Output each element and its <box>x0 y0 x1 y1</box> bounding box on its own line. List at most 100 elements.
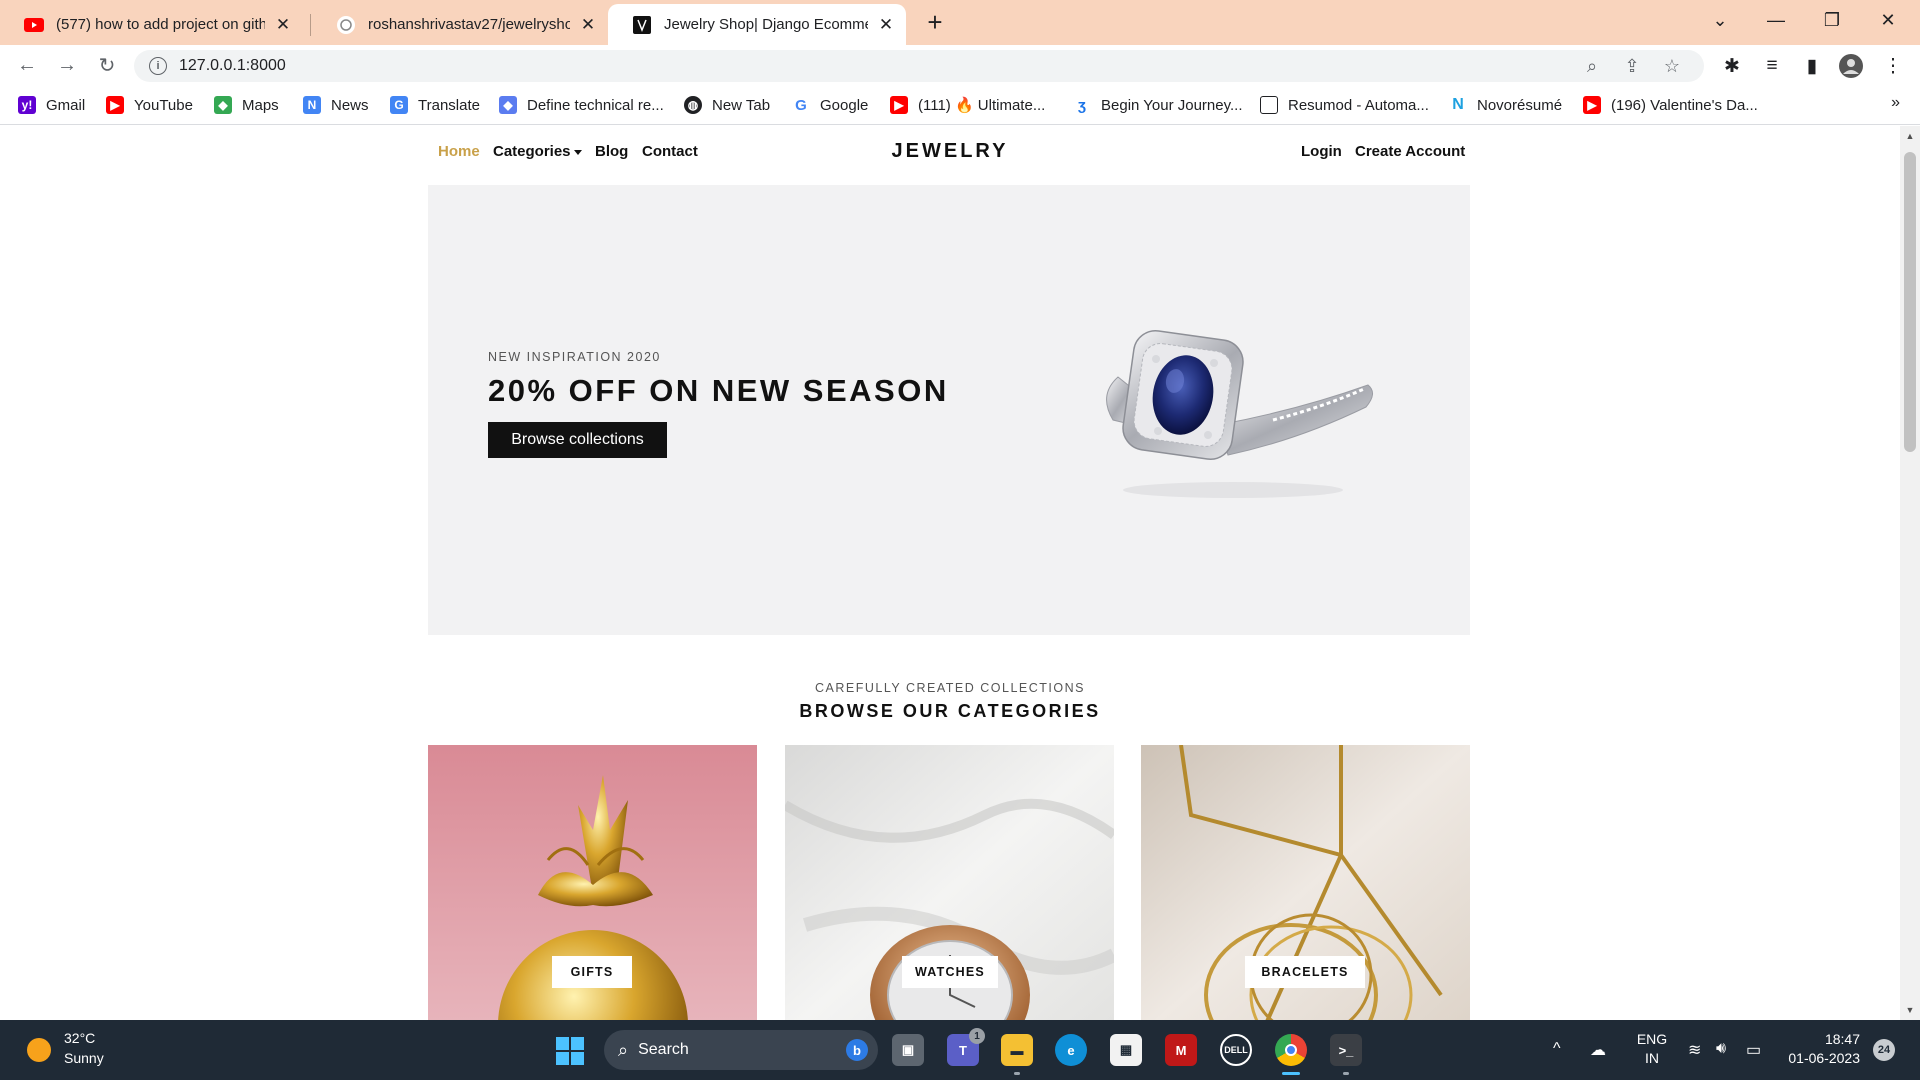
dell-icon[interactable]: DELL <box>1220 1034 1252 1066</box>
bookmark-define-technical[interactable]: ◆ Define technical re... <box>499 94 664 116</box>
profile-avatar[interactable] <box>1838 53 1864 79</box>
bookmark-valentines[interactable]: ▶ (196) Valentine's Da... <box>1583 94 1758 116</box>
bookmark-begin-journey[interactable]: ʒ Begin Your Journey... <box>1073 94 1242 116</box>
scroll-down-icon[interactable]: ▼ <box>1900 1002 1920 1018</box>
terminal-icon[interactable]: >_ <box>1330 1034 1362 1066</box>
taskbar-search[interactable]: ⌕ Search b <box>604 1030 878 1070</box>
chrome-center <box>1285 1044 1297 1056</box>
tab-title: roshanshrivastav27/jewelryshop <box>368 16 570 33</box>
bookmark-label: YouTube <box>134 96 193 114</box>
site-navbar: Home Categories Blog Contact JEWELRY Log… <box>0 126 1900 186</box>
sun-icon[interactable] <box>27 1038 51 1062</box>
media-control-icon[interactable]: ≡ <box>1759 53 1785 79</box>
bookmark-label: News <box>331 96 369 114</box>
minimize-icon[interactable]: — <box>1748 0 1804 40</box>
novoresume-icon: N <box>1452 96 1464 113</box>
youtube-icon: ▶ <box>1583 96 1601 114</box>
category-label-watches[interactable]: WATCHES <box>902 956 998 988</box>
bookmark-gmail[interactable]: y! Gmail <box>18 94 85 116</box>
bookmark-label: Maps <box>242 96 279 114</box>
bookmark-label: (111) 🔥 Ultimate... <box>918 97 1046 114</box>
bookmark-resumod[interactable]: Resumod - Automa... <box>1260 94 1429 116</box>
tab-youtube[interactable]: (577) how to add project on githu ✕ <box>0 4 303 45</box>
bookmark-label: Novorésumé <box>1477 96 1563 114</box>
show-hidden-icons-icon[interactable]: ^ <box>1553 1040 1561 1058</box>
reload-icon[interactable]: ↻ <box>90 48 124 82</box>
window-close-icon[interactable]: ✕ <box>1860 0 1916 40</box>
tab-search-icon[interactable]: ⌄ <box>1692 0 1748 40</box>
bookmark-ultimate[interactable]: ▶ (111) 🔥 Ultimate... <box>890 94 1045 116</box>
site-icon <box>632 15 652 35</box>
task-view-icon[interactable]: ▣ <box>892 1034 924 1066</box>
weather-temperature[interactable]: 32°C <box>64 1030 95 1046</box>
site-brand-logo[interactable]: JEWELRY <box>0 140 1900 163</box>
clock-date[interactable]: 01-06-2023 <box>1780 1050 1860 1066</box>
site-info-icon[interactable]: i <box>149 57 167 75</box>
store-icon[interactable]: ▦ <box>1110 1034 1142 1066</box>
windows-taskbar: 32°C Sunny ⌕ Search b ▣ T 1 ▬ e ▦ M DELL… <box>0 1020 1920 1080</box>
share-icon[interactable]: ⇪ <box>1620 54 1644 78</box>
bookmark-novoresume[interactable]: N Novorésumé <box>1449 94 1562 116</box>
restore-icon[interactable]: ❐ <box>1804 0 1860 40</box>
extensions-icon[interactable]: ✱ <box>1719 53 1745 79</box>
windows-start-icon[interactable] <box>556 1037 584 1065</box>
mcafee-icon[interactable]: M <box>1165 1034 1197 1066</box>
language-bottom[interactable]: IN <box>1634 1050 1670 1066</box>
category-label-gifts[interactable]: GIFTS <box>552 956 632 988</box>
file-explorer-icon[interactable]: ▬ <box>1001 1034 1033 1066</box>
zoom-icon[interactable]: ⌕ <box>1580 54 1604 78</box>
taskbar-search-label: Search <box>638 1041 689 1058</box>
side-panel-icon[interactable]: ▮ <box>1799 53 1825 79</box>
battery-icon[interactable]: ▭ <box>1746 1040 1761 1060</box>
weather-condition[interactable]: Sunny <box>64 1050 104 1066</box>
chrome-icon[interactable] <box>1275 1034 1307 1066</box>
onedrive-icon[interactable]: ☁ <box>1590 1040 1606 1060</box>
notification-badge[interactable]: 24 <box>1873 1039 1895 1061</box>
forward-icon[interactable]: → <box>50 48 84 82</box>
tab-github[interactable]: roshanshrivastav27/jewelryshop ✕ <box>312 4 608 45</box>
back-icon[interactable]: ← <box>10 48 44 82</box>
page-scrollbar[interactable]: ▲ ▼ <box>1900 126 1920 1020</box>
categories-title: BROWSE OUR CATEGORIES <box>799 701 1101 721</box>
category-card-watches[interactable]: WATCHES <box>785 745 1114 1020</box>
bookmark-youtube[interactable]: ▶ YouTube <box>106 94 193 116</box>
wifi-icon[interactable]: ≋ <box>1688 1040 1701 1060</box>
journey-icon: ʒ <box>1078 96 1086 114</box>
category-card-gifts[interactable]: GIFTS <box>428 745 757 1020</box>
gem-icon: ◆ <box>499 96 517 114</box>
bookmark-label: (196) Valentine's Da... <box>1611 96 1758 114</box>
bookmark-maps[interactable]: ◆ Maps <box>214 94 279 116</box>
bookmark-news[interactable]: N News <box>303 94 369 116</box>
category-card-bracelets[interactable]: BRACELETS <box>1141 745 1470 1020</box>
menu-kebab-icon[interactable]: ⋮ <box>1880 53 1906 79</box>
url-text[interactable]: 127.0.0.1:8000 <box>179 57 286 75</box>
volume-icon[interactable]: 🔊︎ <box>1716 1040 1726 1058</box>
tab-jewelry-shop[interactable]: Jewelry Shop| Django Ecommerce ✕ <box>608 4 906 45</box>
bookmarks-bar: y! Gmail ▶ YouTube ◆ Maps N News G Trans… <box>0 85 1920 125</box>
bookmark-translate[interactable]: G Translate <box>390 94 480 116</box>
browse-collections-button[interactable]: Browse collections <box>488 422 667 458</box>
youtube-icon: ▶ <box>890 96 908 114</box>
browser-tab-strip: (577) how to add project on githu ✕ rosh… <box>0 0 1920 45</box>
language-top[interactable]: ENG <box>1634 1031 1670 1047</box>
new-tab-button[interactable]: + <box>920 8 950 38</box>
bookmark-label: Translate <box>418 96 480 114</box>
more-bookmarks-icon[interactable]: » <box>1891 94 1900 112</box>
hero-eyebrow: NEW INSPIRATION 2020 <box>488 350 661 364</box>
scroll-up-icon[interactable]: ▲ <box>1900 128 1920 144</box>
nav-create-account-link[interactable]: Create Account <box>1355 143 1465 160</box>
bookmark-star-icon[interactable]: ☆ <box>1660 54 1684 78</box>
teams-icon[interactable]: T 1 <box>947 1028 985 1066</box>
clock-time[interactable]: 18:47 <box>1784 1031 1860 1047</box>
close-icon[interactable]: ✕ <box>578 15 598 35</box>
address-bar[interactable]: i 127.0.0.1:8000 ⌕ ⇪ ☆ <box>134 50 1704 82</box>
category-label-bracelets[interactable]: BRACELETS <box>1245 956 1365 988</box>
scrollbar-thumb[interactable] <box>1904 152 1916 452</box>
nav-login-link[interactable]: Login <box>1301 143 1342 160</box>
bookmark-new-tab[interactable]: ◍ New Tab <box>684 94 770 116</box>
yahoo-icon: y! <box>18 96 36 114</box>
edge-icon[interactable]: e <box>1055 1034 1087 1066</box>
bookmark-google[interactable]: G Google <box>792 94 868 116</box>
close-icon[interactable]: ✕ <box>273 15 293 35</box>
close-icon[interactable]: ✕ <box>876 15 896 35</box>
